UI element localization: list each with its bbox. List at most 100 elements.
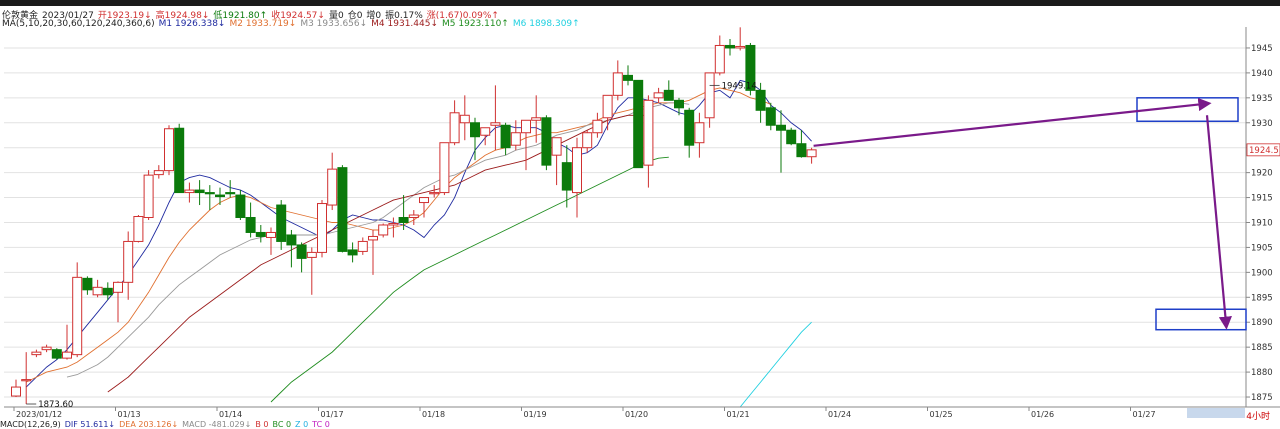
candle (806, 147, 817, 164)
candle-body (102, 287, 113, 296)
candle-body (388, 222, 399, 226)
x-tick-label: 01/26 (1031, 410, 1054, 419)
candle-body (113, 281, 123, 293)
candle-body (684, 109, 695, 146)
candle-body (204, 192, 215, 195)
low-annotation: 1873.60 (38, 400, 73, 410)
candle (235, 190, 246, 220)
candle-body (776, 124, 786, 131)
candle-body (725, 44, 735, 49)
candlestick-chart[interactable]: 1875 1880 1885 1890 1895 1900 1905 1910 1915 1920… (0, 0, 1280, 428)
candle (449, 100, 460, 146)
candle (337, 165, 348, 253)
candle-body (357, 240, 368, 252)
candle-body (327, 168, 338, 206)
ma-line-m3 (66, 102, 690, 378)
candle (643, 95, 654, 188)
candle (480, 127, 491, 146)
ma-line-m6 (739, 321, 812, 408)
candle (194, 180, 205, 206)
candle-body (368, 235, 378, 241)
y-tick-label: 1915 (1251, 194, 1273, 204)
candle (602, 94, 613, 131)
candle-body (317, 203, 327, 253)
candle-body (41, 346, 52, 351)
x-tick-label: 01/17 (321, 410, 344, 419)
candle-body (133, 216, 144, 242)
candle (62, 324, 72, 360)
arrow-down (1205, 115, 1232, 330)
candle-body (429, 192, 440, 195)
candle (765, 102, 776, 131)
candle-body (643, 99, 654, 166)
candle-body (419, 197, 429, 204)
candle (500, 122, 511, 156)
candle-body (653, 92, 664, 99)
ma-line-m4 (107, 114, 649, 393)
candle (72, 262, 83, 358)
candle (82, 276, 93, 295)
candle (653, 87, 664, 103)
candle (612, 60, 623, 101)
candle (153, 165, 164, 179)
candle-body (164, 128, 174, 172)
candle (694, 112, 705, 158)
candle-body (796, 143, 807, 158)
candle-body (531, 117, 542, 121)
period-label[interactable]: 4小时 (1246, 409, 1270, 422)
candle-body (194, 189, 205, 194)
candle (123, 231, 134, 300)
candle (786, 127, 797, 146)
x-tick-label: 01/13 (118, 410, 141, 419)
candle (21, 352, 32, 405)
candle (796, 130, 807, 158)
candle (592, 112, 603, 138)
y-tick-label: 1885 (1251, 343, 1273, 353)
candle-body (276, 204, 287, 242)
candle-body (225, 192, 236, 195)
candle-body (408, 214, 419, 219)
candle (133, 215, 144, 243)
candle (215, 187, 225, 206)
y-tick-label: 1935 (1251, 94, 1273, 104)
y-tick-label: 1880 (1251, 368, 1273, 378)
candle (245, 202, 256, 238)
candle (276, 200, 287, 250)
candle-body (602, 94, 613, 119)
candle-body (510, 132, 521, 146)
candle-body (266, 231, 276, 238)
candle (704, 72, 715, 128)
candle-body (633, 79, 644, 169)
y-tick-label: 1890 (1251, 318, 1273, 328)
candle (521, 119, 531, 171)
candle-body (347, 249, 358, 256)
x-tick-label: 01/14 (219, 410, 242, 419)
candle (684, 107, 695, 158)
candle-body (582, 132, 593, 149)
candle (51, 348, 62, 360)
candle-body (786, 129, 797, 145)
candle-body (286, 234, 297, 246)
candle (317, 200, 327, 258)
candle-body (184, 189, 195, 194)
x-axis-cursor-highlight (1187, 408, 1245, 418)
candle (582, 130, 593, 153)
candle (306, 247, 317, 295)
y-tick-label: 1905 (1251, 243, 1273, 253)
candle (92, 279, 103, 298)
candle-body (439, 142, 450, 194)
candle (368, 229, 378, 275)
candle-body (92, 286, 103, 296)
candle (551, 137, 562, 186)
y-tick-label: 1920 (1251, 169, 1273, 179)
last-price-label: 1924.57 (1249, 146, 1280, 156)
y-tick-label: 1945 (1251, 44, 1273, 54)
candle-body (11, 386, 21, 397)
x-tick-label: 01/20 (625, 410, 648, 419)
x-tick-label: 01/19 (524, 410, 547, 419)
target-box-lower (1155, 308, 1247, 331)
candle (633, 79, 644, 169)
y-tick-label: 1895 (1251, 293, 1273, 303)
candle-body (296, 244, 307, 259)
candle-body (143, 174, 154, 219)
